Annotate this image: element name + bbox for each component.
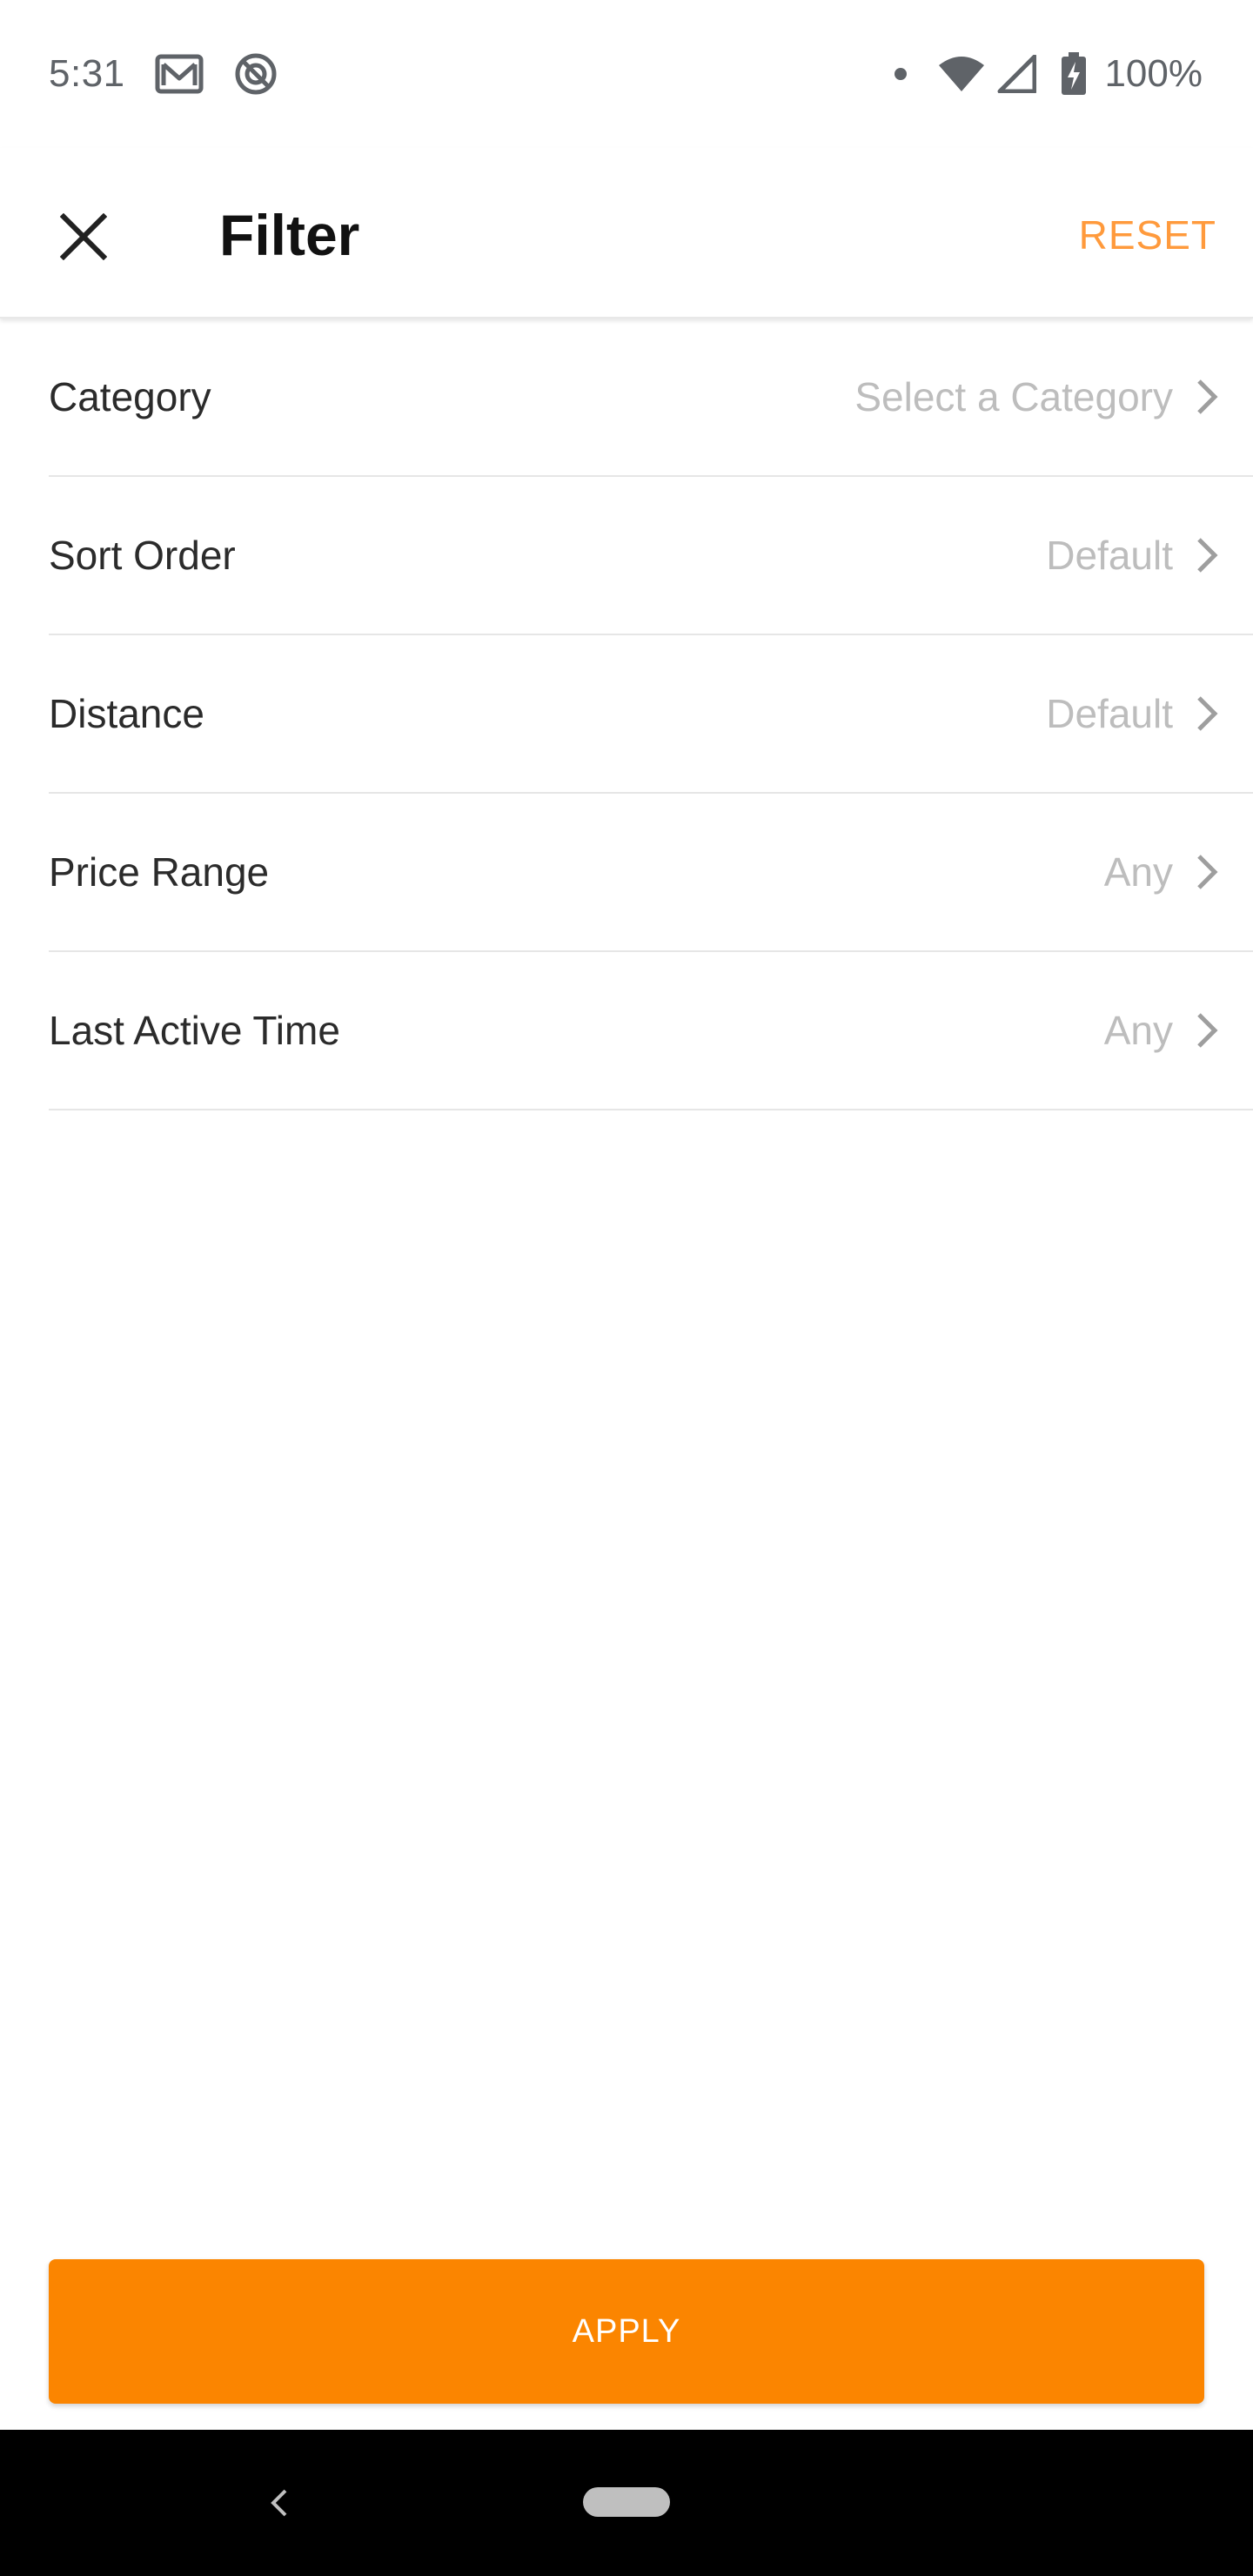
gmail-icon <box>155 54 204 94</box>
filter-value-group: Any <box>1104 849 1218 896</box>
filter-value: Any <box>1103 849 1173 895</box>
battery-percent: 100% <box>1104 52 1203 95</box>
apply-button[interactable]: APPLY <box>49 2259 1204 2404</box>
filter-value-group: Default <box>1046 532 1218 579</box>
filter-value: Select a Category <box>854 374 1173 419</box>
filter-row-last-active-time[interactable]: Last Active Time Any <box>49 952 1253 1110</box>
chevron-right-icon <box>1196 853 1218 891</box>
filter-label: Price Range <box>49 849 270 895</box>
cellular-signal-icon <box>996 55 1037 93</box>
app-bar: Filter RESET <box>0 148 1253 319</box>
filter-row-category[interactable]: Category Select a Category <box>49 319 1253 477</box>
close-icon <box>60 213 107 260</box>
close-button[interactable] <box>38 191 129 282</box>
filter-label: Sort Order <box>49 533 236 578</box>
filter-row-distance[interactable]: Distance Default <box>49 635 1253 794</box>
filter-label: Distance <box>49 691 204 736</box>
filter-value-group: Select a Category <box>854 373 1218 420</box>
filter-screen: 5:31 100% Filter RESET Category Select a… <box>0 0 1253 2576</box>
chevron-right-icon <box>1196 1011 1218 1050</box>
filter-value-group: Any <box>1104 1007 1218 1054</box>
battery-charging-icon <box>1061 52 1087 96</box>
chevron-right-icon <box>1196 536 1218 574</box>
navigation-bar <box>0 2430 1253 2576</box>
filter-list: Category Select a Category Sort Order De… <box>0 319 1253 1110</box>
back-icon[interactable] <box>252 2477 305 2529</box>
page-title: Filter <box>219 203 360 267</box>
filter-value-group: Default <box>1046 690 1218 737</box>
status-bar: 5:31 100% <box>0 0 1253 148</box>
status-left: 5:31 <box>49 51 278 97</box>
status-time: 5:31 <box>49 52 125 95</box>
status-right: 100% <box>894 52 1203 96</box>
filter-label: Last Active Time <box>49 1008 340 1053</box>
filter-value: Any <box>1103 1008 1173 1053</box>
home-pill-icon[interactable] <box>583 2487 670 2517</box>
filter-row-price-range[interactable]: Price Range Any <box>49 794 1253 952</box>
filter-value: Default <box>1046 691 1173 736</box>
filter-label: Category <box>49 374 211 419</box>
filter-value: Default <box>1046 533 1173 578</box>
chevron-right-icon <box>1196 694 1218 733</box>
filter-row-sort-order[interactable]: Sort Order Default <box>49 477 1253 635</box>
chevron-right-icon <box>1196 378 1218 416</box>
reset-button[interactable]: RESET <box>1079 207 1216 263</box>
do-not-disturb-icon <box>233 51 278 97</box>
wifi-icon <box>937 55 986 93</box>
notification-dot-icon <box>894 67 908 81</box>
